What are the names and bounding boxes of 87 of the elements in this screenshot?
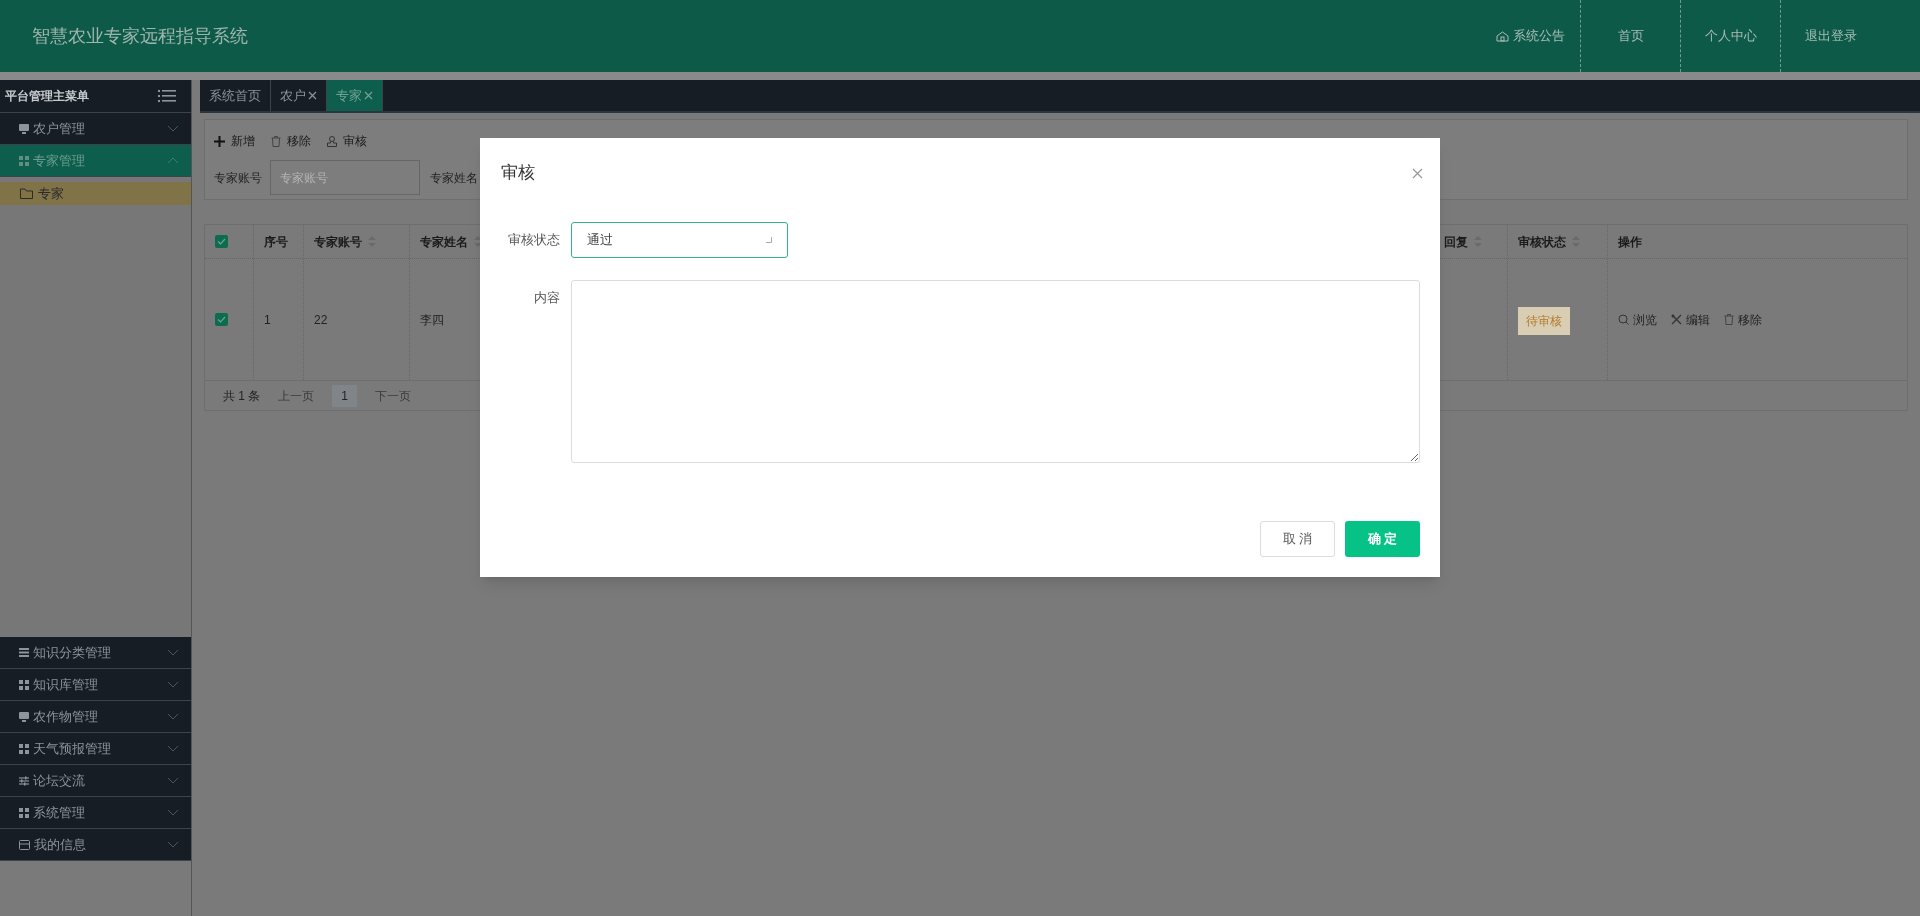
house-icon [1495,30,1509,42]
menu-item[interactable]: 天气预报管理 [0,733,191,765]
menu-label: 知识分类管理 [33,643,112,662]
dialog-title: 审核 [501,162,535,185]
monitor-icon [19,123,29,134]
status-badge: 待审核 [1518,307,1570,335]
toolbar-button[interactable]: 审核 [327,132,367,150]
menu-label: 知识库管理 [33,675,99,694]
row-action-link[interactable]: 浏览 [1618,310,1657,329]
menu-label: 天气预报管理 [33,739,112,758]
grid-icon [19,679,29,690]
trash-icon [1724,314,1734,325]
sliders-icon [19,775,29,786]
chevron-down-icon [167,841,179,848]
row-action-link[interactable]: 移除 [1724,310,1762,329]
column-header: 专家账号 [314,233,362,251]
menu-item[interactable]: 知识分类管理 [0,637,191,669]
confirm-button[interactable]: 确 定 [1345,521,1420,557]
menu-label: 论坛交流 [33,771,86,790]
list-icon [19,648,29,657]
trash-icon [271,135,281,147]
stamp-icon [327,135,337,147]
grid-icon [19,807,29,818]
checkbox[interactable] [215,313,228,326]
menu-item[interactable]: 专家管理 [0,145,191,177]
chevron-up-icon [167,157,179,164]
chevron-down-icon [167,745,179,752]
cancel-button[interactable]: 取 消 [1260,521,1335,557]
column-header: 序号 [264,233,288,251]
card-icon [19,839,30,850]
menu-label: 农作物管理 [33,707,99,726]
corner-icon [766,237,772,243]
menu-label: 系统管理 [33,803,86,822]
record-count: 共 1 条 [223,387,261,405]
menu-item[interactable]: 系统管理 [0,797,191,829]
menu-label: 专家管理 [33,151,86,170]
nav-link[interactable]: 系统公告 [1480,0,1580,72]
toolbar-button[interactable]: 移除 [271,132,311,150]
menu-item[interactable]: 农作物管理 [0,701,191,733]
grid-icon [19,155,29,166]
page-number[interactable]: 1 [332,384,358,407]
monitor-icon [19,711,29,722]
field-label: 内容 [533,289,561,307]
menu-icon [158,89,176,103]
column-header: 审核状态 [1518,233,1566,251]
table-cell-text: 22 [314,311,328,329]
check-icon [217,316,226,323]
select-field[interactable]: 通过 [571,222,788,258]
search-icon [1618,314,1629,325]
toolbar-button[interactable]: 新增 [214,132,255,150]
menu-item[interactable]: 农户管理 [0,113,191,145]
field-label: 专家账号 [214,169,262,187]
tab[interactable]: 系统首页 [200,80,271,111]
close-button[interactable] [1412,167,1423,179]
chevron-down-icon [167,681,179,688]
table-cell-text: 李四 [420,311,444,329]
chevron-down-icon [167,809,179,816]
column-header: 回复 [1444,233,1468,251]
field-label: 审核状态 [507,231,561,250]
column-header: 专家姓名 [420,233,468,251]
menu-item[interactable]: 论坛交流 [0,765,191,797]
close-icon [308,91,317,100]
menu-label: 我的信息 [34,835,87,854]
folder-icon [20,188,33,199]
field-label: 专家姓名 [430,169,478,187]
table-cell-text: 1 [264,311,271,329]
close-icon [1412,167,1423,179]
tools-icon [1671,314,1682,325]
app-title: 智慧农业专家远程指导系统 [31,24,249,48]
menu-label: 农户管理 [33,119,86,138]
check-icon [217,238,226,245]
chevron-down-icon [167,125,179,132]
menu-item[interactable]: 知识库管理 [0,669,191,701]
submenu-label: 专家 [38,184,64,203]
tab[interactable]: 专家 [327,80,383,111]
menu-title: 平台管理主菜单 [5,88,89,105]
checkbox[interactable] [215,235,228,248]
column-header: 操作 [1618,233,1642,251]
chevron-down-icon [167,649,179,656]
plus-icon [214,135,225,147]
chevron-down-icon [167,777,179,784]
grid-icon [19,743,29,754]
row-action-link[interactable]: 编辑 [1671,310,1710,329]
menu-item[interactable]: 我的信息 [0,829,191,861]
chevron-down-icon [167,713,179,720]
submenu-item[interactable]: 专家 [0,182,191,205]
close-icon [364,91,373,100]
